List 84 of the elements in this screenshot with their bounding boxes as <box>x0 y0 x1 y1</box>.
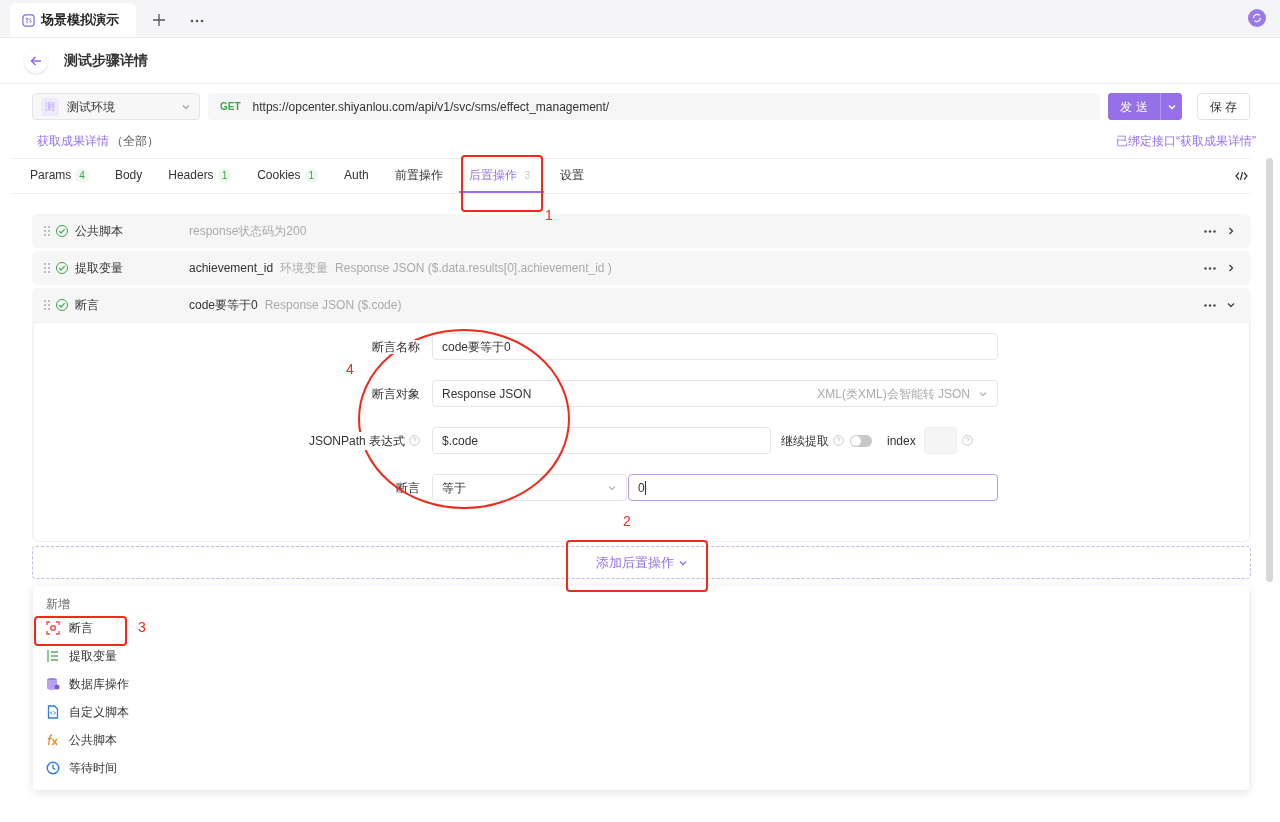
code-file-icon <box>46 705 60 719</box>
list-icon <box>46 649 60 663</box>
field-label: JSONPath 表达式 <box>308 431 405 450</box>
operation-summary: achievement_id <box>189 260 274 277</box>
code-icon[interactable] <box>1235 171 1248 181</box>
back-button[interactable] <box>24 48 48 73</box>
field-label: index <box>887 432 916 450</box>
operation-summary: Response JSON ($.data.results[0].achievement_id ) <box>335 260 612 277</box>
more-icon[interactable] <box>1204 266 1216 270</box>
document-tab[interactable]: 场景模拟演示 <box>10 3 136 37</box>
send-options-button[interactable] <box>1160 93 1182 120</box>
menu-header: 新增 <box>45 596 71 613</box>
menu-item[interactable]: 提取变量 <box>33 642 121 670</box>
page-title: 测试步骤详情 <box>64 51 148 70</box>
tab[interactable]: Body <box>104 159 153 193</box>
drag-handle-icon[interactable] <box>44 226 50 236</box>
clock-icon <box>46 761 60 775</box>
check-icon <box>58 264 66 272</box>
input-field[interactable]: code要等于0 <box>432 333 998 360</box>
script-file-icon <box>22 13 35 27</box>
operator-select[interactable]: 等于 <box>432 474 627 501</box>
field-label: 断言对象 <box>371 385 421 403</box>
scrollbar[interactable] <box>1266 158 1273 582</box>
menu-item[interactable]: 等待时间 <box>33 754 121 782</box>
continue-toggle[interactable] <box>850 434 872 447</box>
tab[interactable]: Auth <box>334 159 379 193</box>
method-label: GET <box>220 100 241 114</box>
url-text: https://opcenter.shiyanlou.com/api/v1/svc/sms/effect_management/ <box>252 98 610 116</box>
check-icon <box>58 227 66 235</box>
add-icon[interactable] <box>152 13 166 27</box>
operation-summary: code要等于0 <box>189 297 258 314</box>
tab[interactable]: 设置 <box>550 159 595 193</box>
help-icon <box>833 435 844 446</box>
save-button[interactable]: 保 存 <box>1197 93 1250 120</box>
field-label: 继续提取 <box>781 432 829 450</box>
expand-toggle[interactable] <box>1226 263 1236 273</box>
scope-text: （全部） <box>111 133 159 150</box>
operation-type: 公共脚本 <box>75 223 124 240</box>
function-icon <box>46 733 60 747</box>
api-link[interactable]: 获取成果详情 <box>37 132 109 150</box>
tab[interactable]: 前置操作 <box>384 159 453 193</box>
operation-type: 断言 <box>75 297 100 314</box>
target-select[interactable]: Response JSON XML(类XML)会智能转 JSON <box>432 380 998 407</box>
count-label: 1 <box>304 167 319 183</box>
chevron-icon <box>1226 300 1236 310</box>
operation-summary: 环境变量 <box>280 260 329 277</box>
menu-item[interactable]: 自定义脚本 <box>33 698 133 726</box>
menu-item[interactable]: 数据库操作 <box>33 670 133 698</box>
more-icon[interactable] <box>1204 303 1216 307</box>
drag-handle-icon[interactable] <box>44 263 50 273</box>
annotation-number: 1 <box>545 206 553 225</box>
help-icon <box>409 435 420 446</box>
annotation-number: 3 <box>138 618 146 637</box>
annotation-number: 2 <box>623 512 631 531</box>
expand-toggle[interactable] <box>1226 300 1236 310</box>
help-icon <box>961 435 973 446</box>
check-icon <box>58 301 66 309</box>
count-label: 4 <box>75 167 89 183</box>
chevron-icon <box>1226 226 1236 236</box>
operation-summary: Response JSON ($.code) <box>264 297 402 314</box>
operation-type: 提取变量 <box>75 260 124 277</box>
tab[interactable]: Params 4 <box>20 159 99 193</box>
bound-api-note[interactable]: 已绑定接口“获取成果详情” <box>1116 132 1256 150</box>
back-arrow-icon <box>30 54 42 67</box>
sync-icon[interactable] <box>1248 9 1266 27</box>
target-icon <box>46 621 60 635</box>
tab[interactable]: Cookies 1 <box>247 159 329 193</box>
annotation-number: 4 <box>346 360 354 379</box>
operation-summary: response状态码为200 <box>189 223 307 240</box>
field-label: 断言名称 <box>372 339 420 354</box>
more-icon[interactable] <box>1204 229 1216 233</box>
drag-handle-icon[interactable] <box>44 300 50 310</box>
add-operation-button[interactable]: 添加后置操作 <box>32 546 1251 579</box>
menu-item[interactable]: 公共脚本 <box>33 726 121 754</box>
expand-toggle[interactable] <box>1226 226 1236 236</box>
menu-item[interactable]: 断言 <box>33 614 97 642</box>
input-field[interactable]: 0 <box>628 474 998 501</box>
chevron-icon <box>1226 263 1236 273</box>
url-field[interactable]: GET https://opcenter.shiyanlou.com/api/v1/svc/sms/effect_management/ <box>208 93 1100 120</box>
input-field[interactable]: $.code <box>432 427 771 454</box>
database-icon <box>46 677 60 691</box>
tab[interactable]: Headers 1 <box>158 159 242 193</box>
more-icon[interactable] <box>190 19 204 23</box>
count-label: 1 <box>217 167 232 183</box>
